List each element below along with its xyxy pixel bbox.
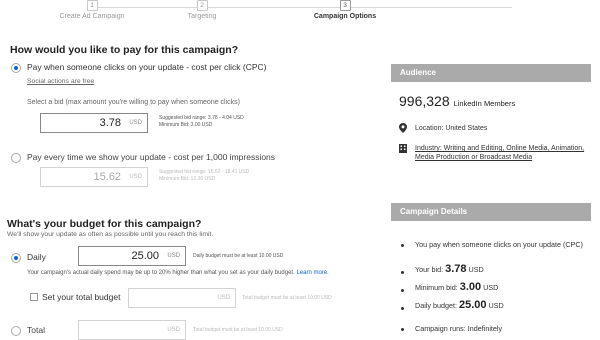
bid-label: Select a bid (max amount you're willing … xyxy=(27,99,240,106)
bullet xyxy=(401,307,404,310)
budget-heading: What's your budget for this campaign? xyxy=(7,218,202,230)
total-budget-input[interactable]: USD xyxy=(128,288,236,308)
currency-label: USD xyxy=(167,253,180,259)
total-budget-check-label[interactable]: Set your total budget xyxy=(42,292,120,302)
step-create-ad-campaign[interactable]: 1 Create Ad Campaign xyxy=(37,0,147,20)
cpc-bid-value: 3.78 xyxy=(99,117,121,129)
bullet xyxy=(401,244,404,247)
currency-label: USD xyxy=(217,295,230,301)
cpm-option-label[interactable]: Pay every time we show your update - cos… xyxy=(27,152,275,162)
daily-spend-note: Your campaign's actual daily spend may b… xyxy=(27,270,329,276)
learn-more-link[interactable]: Learn more. xyxy=(296,270,328,276)
cpc-option-label[interactable]: Pay when someone clicks on your update -… xyxy=(27,62,267,72)
details-bid: Your bid: 3.78 USD xyxy=(415,263,484,275)
currency-label: USD xyxy=(129,174,142,180)
total-hint: Total budget must be at least 10.00 USD xyxy=(193,327,283,333)
step-label: Campaign Options xyxy=(313,13,377,20)
details-daily-budget: Daily budget: 25.00 USD xyxy=(415,299,504,311)
currency-label: USD xyxy=(129,120,142,126)
cpm-bid-value: 15.62 xyxy=(93,171,121,183)
step-number: 3 xyxy=(339,0,351,11)
details-min-bid-label: Minimum bid: xyxy=(415,283,458,292)
cpc-bid-input[interactable]: 3.78 USD xyxy=(40,113,148,133)
social-actions-free-link[interactable]: Social actions are free xyxy=(27,78,94,85)
budget-subheading: We'll show your update as often as possi… xyxy=(7,231,214,238)
step-number: 1 xyxy=(86,0,98,11)
cpm-bid-input[interactable]: 15.62 USD xyxy=(40,167,148,187)
details-pay-text: You pay when someone clicks on your upda… xyxy=(415,240,583,249)
details-daily-budget-value: 25.00 xyxy=(458,299,487,311)
total-radio[interactable] xyxy=(11,326,21,336)
details-min-bid: Minimum bid: 3.00 USD xyxy=(415,281,499,293)
cpc-bid-range-hint: Suggested bid range: 3.78 - 4.04 USD xyxy=(159,115,244,121)
building-icon xyxy=(399,144,407,153)
total-input[interactable]: USD xyxy=(78,320,186,340)
cpm-radio[interactable] xyxy=(11,153,21,163)
step-campaign-options[interactable]: 3 Campaign Options xyxy=(290,0,400,20)
cpc-radio[interactable] xyxy=(11,63,21,73)
bullet xyxy=(401,271,404,274)
daily-spend-note-text: Your campaign's actual daily spend may b… xyxy=(27,270,295,276)
audience-count-label: LinkedIn Members xyxy=(453,99,516,108)
step-number: 2 xyxy=(196,0,208,11)
step-targeting[interactable]: 2 Targeting xyxy=(147,0,257,20)
daily-budget-hint: Daily budget must be at least 10.00 USD xyxy=(193,253,284,259)
bullet xyxy=(401,328,404,331)
bullet xyxy=(401,289,404,292)
cpm-min-bid-hint: Minimum Bid: 12.30 USD xyxy=(159,176,216,182)
currency-label: USD xyxy=(167,327,180,333)
currency-label: USD xyxy=(483,283,499,292)
daily-label[interactable]: Daily xyxy=(27,252,46,262)
total-label[interactable]: Total xyxy=(27,325,45,335)
total-budget-checkbox[interactable] xyxy=(30,293,38,301)
cpm-bid-range-hint: Suggested bid range: 15.62 - 18.41 USD xyxy=(159,169,250,175)
campaign-details-header: Campaign Details xyxy=(391,203,591,221)
details-bid-value: 3.78 xyxy=(445,263,467,275)
daily-budget-value: 25.00 xyxy=(131,250,159,262)
payment-heading: How would you like to pay for this campa… xyxy=(10,44,239,56)
details-campaign-runs: Campaign runs: Indefinitely xyxy=(415,324,503,333)
step-label: Targeting xyxy=(187,13,217,20)
audience-count: 996,328 LinkedIn Members xyxy=(399,93,515,109)
daily-radio[interactable] xyxy=(11,253,21,263)
audience-panel-header: Audience xyxy=(391,64,591,82)
details-min-bid-value: 3.00 xyxy=(459,281,482,293)
audience-industry: Industry: Writing and Editing, Online Me… xyxy=(415,145,585,161)
step-label: Create Ad Campaign xyxy=(59,13,125,20)
map-pin-icon xyxy=(399,123,407,133)
audience-count-number: 996,328 xyxy=(399,93,450,109)
currency-label: USD xyxy=(468,265,484,274)
daily-budget-input[interactable]: 25.00 USD xyxy=(78,246,186,266)
audience-location: Location: United States xyxy=(415,125,488,132)
currency-label: USD xyxy=(488,301,504,310)
details-daily-budget-label: Daily budget: xyxy=(415,301,457,310)
total-budget-hint: Total budget must be at least 10.00 USD xyxy=(242,295,332,301)
cpc-min-bid-hint: Minimum Bid: 3.00 USD xyxy=(159,122,213,128)
details-bid-label: Your bid: xyxy=(415,265,444,274)
